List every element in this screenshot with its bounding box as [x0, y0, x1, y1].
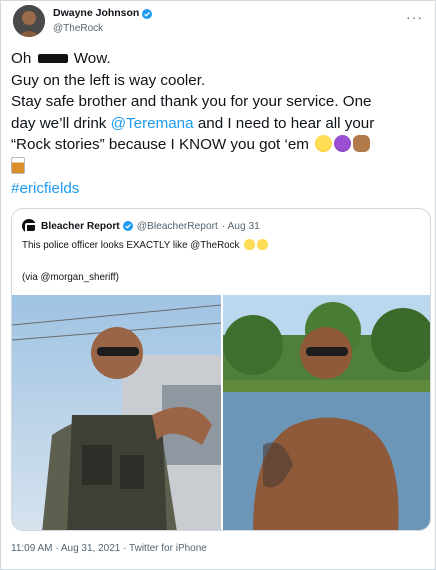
tweet-line-6: [11, 156, 431, 178]
verified-badge-icon: [142, 8, 153, 19]
devil-emoji-icon: [334, 135, 352, 153]
censor-bar: [37, 54, 68, 64]
laughing-emoji-icon: [315, 135, 333, 153]
quoted-tweet-text: This police officer looks EXACTLY like @…: [22, 239, 269, 252]
tweet-text: Oh Wow. Guy on the left is way cooler. S…: [11, 48, 431, 199]
police-officer-photo[interactable]: [12, 295, 221, 530]
more-options-icon[interactable]: ···: [406, 9, 423, 25]
the-rock-lake-photo[interactable]: [223, 295, 430, 530]
tweet-timestamp[interactable]: 11:09 AM · Aug 31, 2021 · Twitter for iP…: [11, 543, 207, 554]
tweet-line-5: “Rock stories” because I KNOW you got ‘e…: [11, 134, 431, 156]
tumbler-glass-emoji-icon: [11, 156, 25, 174]
quoted-photos: [12, 295, 430, 530]
teremana-mention-link[interactable]: @Teremana: [111, 115, 194, 132]
quoted-verified-badge-icon: [122, 221, 133, 231]
quoted-handle: @BleacherReport: [136, 220, 218, 232]
tweet-header: Dwayne Johnson @TheRock: [13, 3, 153, 39]
fist-emoji-icon: [353, 135, 371, 153]
tweet-line-4: day we’ll drink @Teremana and I need to …: [11, 114, 375, 132]
quoted-date: · Aug 31: [221, 220, 260, 232]
quoted-display-name: Bleacher Report: [41, 220, 120, 232]
tweet-card: Dwayne Johnson @TheRock ··· Oh Wow. Guy …: [0, 0, 436, 570]
avatar[interactable]: [13, 5, 45, 37]
quoted-tweet-header: Bleacher Report @BleacherReport · Aug 31: [22, 219, 260, 233]
bleacher-report-avatar: [22, 219, 37, 233]
author-display-name[interactable]: Dwayne Johnson: [53, 6, 139, 21]
flushed-emoji-icon: [244, 239, 256, 250]
tweet-line-1: Oh Wow.: [11, 50, 111, 67]
author-handle[interactable]: @TheRock: [53, 21, 152, 36]
quoted-via-text: (via @morgan_sheriff): [22, 272, 119, 283]
quoted-tweet[interactable]: Bleacher Report @BleacherReport · Aug 31…: [11, 208, 431, 531]
hashtag-link[interactable]: #ericfields: [11, 178, 431, 200]
tweet-line-2: Guy on the left is way cooler.: [11, 71, 206, 89]
tweet-line-3: Stay safe brother and thank you for your…: [11, 93, 372, 111]
laughing-emoji-icon-small: [257, 239, 269, 250]
